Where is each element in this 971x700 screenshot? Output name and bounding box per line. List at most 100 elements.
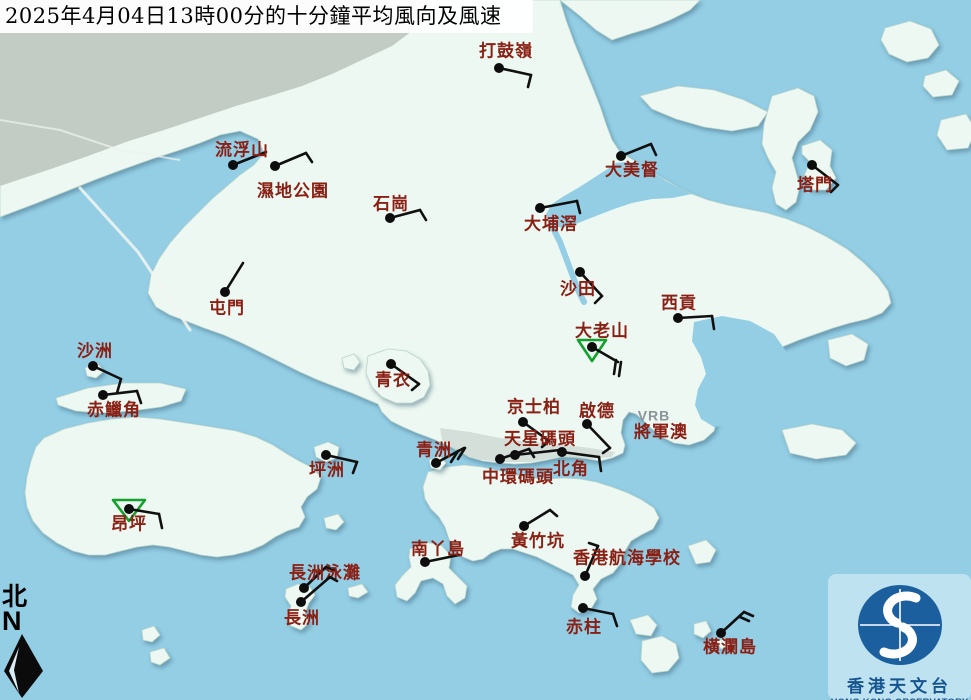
station-wong-chuk-hang: 黃竹坑 — [510, 508, 564, 552]
station-dot — [673, 313, 683, 323]
station-peng-chau: 坪洲 — [309, 450, 359, 481]
station-label: 昂坪 — [111, 515, 147, 535]
wind-shaft — [560, 450, 601, 459]
station-label: 濕地公園 — [257, 181, 329, 202]
wind-stations-layer: 打鼓嶺流浮山濕地公園石崗 大美督塔門大埔滘沙田屯門 西貢大老山沙洲赤鱲角 青衣京士柏啟… — [77, 41, 840, 658]
station-label: 香港航海學校 — [573, 548, 681, 569]
station-dot — [495, 454, 505, 464]
wind-barb — [575, 199, 582, 215]
station-dot — [321, 450, 331, 460]
station-dot — [228, 160, 238, 170]
station-label: 沙洲 — [77, 342, 113, 362]
station-dot — [557, 447, 567, 457]
station-lamma-island: 南丫島 — [411, 539, 465, 567]
station-lau-fau-shan: 流浮山 — [215, 140, 269, 170]
wind-shaft — [223, 261, 245, 294]
station-dot — [270, 161, 280, 171]
station-tseung-kwan-o: VRB將軍澳 — [634, 408, 688, 443]
station-label: 天星碼頭 — [504, 430, 576, 450]
station-cheung-chau: 長洲 — [284, 575, 339, 629]
station-sai-kung: 西貢 — [661, 294, 716, 331]
station-dot — [88, 361, 98, 371]
station-label: 塔門 — [797, 175, 833, 196]
station-label: 西貢 — [661, 294, 697, 314]
station-tuen-mun: 屯門 — [209, 261, 245, 319]
compass-letter: N — [2, 606, 22, 636]
station-label: 坪洲 — [309, 461, 345, 481]
wind-barb — [548, 508, 559, 518]
wind-barb — [601, 446, 612, 455]
wind-barb — [617, 360, 623, 378]
wind-barb — [418, 208, 428, 222]
station-label: 流浮山 — [215, 140, 269, 161]
station-label: 啟德 — [579, 401, 615, 422]
station-label: 大老山 — [575, 321, 629, 342]
wind-barb — [351, 460, 359, 475]
wind-barb — [115, 377, 123, 395]
station-dot — [385, 213, 395, 223]
wind-barb — [526, 73, 533, 89]
vrb-label: VRB — [638, 408, 671, 424]
station-stanley: 赤柱 — [566, 603, 619, 638]
station-label: 沙田 — [560, 280, 596, 300]
station-label: 赤鱲角 — [87, 400, 141, 421]
station-dot — [518, 417, 528, 427]
wind-shaft — [538, 199, 579, 210]
station-dot — [580, 571, 590, 581]
station-dot — [220, 287, 230, 297]
compass-north: 北 N — [2, 584, 48, 700]
station-tai-po-kau: 大埔滘 — [524, 199, 582, 235]
station-label: 南丫島 — [411, 539, 465, 560]
wind-map: 打鼓嶺流浮山濕地公園石崗 大美督塔門大埔滘沙田屯門 西貢大老山沙洲赤鱲角 青衣京士柏啟… — [0, 0, 971, 700]
station-label: 大埔滘 — [524, 214, 578, 235]
wind-barb — [738, 615, 751, 623]
map-title: 2025年4月04日13時00分的十分鐘平均風向及風速 — [0, 0, 533, 33]
station-tates-cairn: 大老山 — [575, 321, 629, 378]
station-dot — [575, 267, 585, 277]
wind-shaft — [273, 151, 308, 168]
wind-barb — [742, 610, 755, 618]
wind-barb — [649, 142, 658, 157]
north-arrow-icon — [4, 634, 43, 698]
hko-logo-chinese: 香港天文台 — [847, 677, 952, 697]
station-dot — [616, 151, 626, 161]
station-dot — [386, 359, 396, 369]
station-label: 大美督 — [605, 160, 659, 181]
station-shek-kong: 石崗 — [372, 195, 428, 223]
station-dot — [519, 521, 529, 531]
station-label: 京士柏 — [507, 397, 561, 418]
station-green-island: 青洲 — [416, 440, 467, 468]
wind-barb — [157, 512, 164, 530]
station-sha-chau: 沙洲 — [77, 342, 123, 395]
wind-barb — [593, 294, 604, 305]
station-north-point: 北角 — [553, 447, 603, 480]
station-label: 北角 — [553, 459, 589, 480]
station-label: 橫瀾島 — [703, 637, 757, 658]
station-label: 屯門 — [209, 298, 245, 319]
station-dot — [587, 342, 597, 352]
wind-shaft — [676, 314, 714, 320]
station-dot — [124, 504, 134, 514]
station-label: 青衣 — [375, 370, 411, 391]
station-tsing-yi: 青衣 — [375, 359, 421, 392]
station-dot — [716, 628, 726, 638]
wind-barb — [304, 151, 314, 164]
station-hk-sea-school: 香港航海學校 — [573, 541, 681, 581]
station-label: 中環碼頭 — [482, 467, 554, 488]
station-label: 赤柱 — [566, 617, 602, 638]
wind-barb — [587, 541, 600, 548]
station-dot — [296, 597, 306, 607]
wind-barb — [710, 314, 716, 331]
wind-barb — [612, 358, 618, 376]
station-dot — [494, 63, 504, 73]
station-tai-mei-tuk: 大美督 — [605, 142, 659, 181]
wind-shaft — [101, 389, 139, 397]
station-kai-tak: 啟德 — [579, 401, 615, 455]
station-cheung-chau-beach: 長洲泳灘 — [289, 563, 360, 593]
station-label: 打鼓嶺 — [479, 41, 533, 62]
hko-logo-icon — [858, 585, 942, 665]
station-label: 長洲 — [284, 609, 320, 629]
station-label: 將軍澳 — [634, 422, 688, 443]
station-dot — [98, 390, 108, 400]
station-label: 石崗 — [372, 195, 409, 215]
